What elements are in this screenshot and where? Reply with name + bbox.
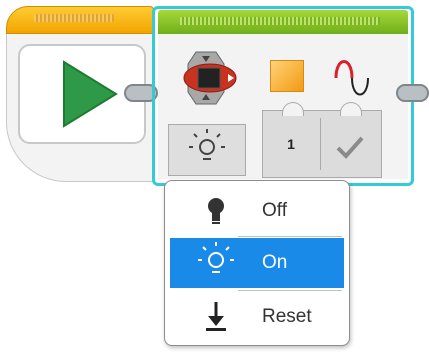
light-color-icon bbox=[270, 60, 304, 92]
light-block-grip bbox=[180, 17, 380, 25]
brick-status-light-icon bbox=[176, 46, 244, 110]
menu-item-label: Off bbox=[262, 200, 287, 221]
parameter-divider bbox=[320, 118, 321, 170]
reset-icon bbox=[206, 302, 226, 331]
pulse-icon bbox=[332, 56, 380, 100]
menu-item-reset[interactable]: Reset bbox=[170, 292, 344, 342]
menu-item-on[interactable]: On bbox=[170, 238, 344, 288]
light-on-icon bbox=[198, 242, 234, 273]
sequence-connector-out[interactable] bbox=[396, 84, 429, 102]
menu-divider bbox=[238, 236, 342, 237]
light-on-icon bbox=[189, 129, 225, 160]
start-block-grip bbox=[34, 14, 114, 22]
menu-item-label: Reset bbox=[262, 306, 312, 327]
menu-divider bbox=[238, 290, 342, 291]
color-parameter-value[interactable]: 1 bbox=[264, 126, 318, 166]
bulb-icon bbox=[208, 198, 224, 224]
menu-item-off[interactable]: Off bbox=[170, 186, 344, 236]
mode-selector-button[interactable] bbox=[168, 124, 246, 176]
checkmark-icon[interactable] bbox=[330, 132, 370, 162]
menu-item-label: On bbox=[262, 252, 288, 273]
